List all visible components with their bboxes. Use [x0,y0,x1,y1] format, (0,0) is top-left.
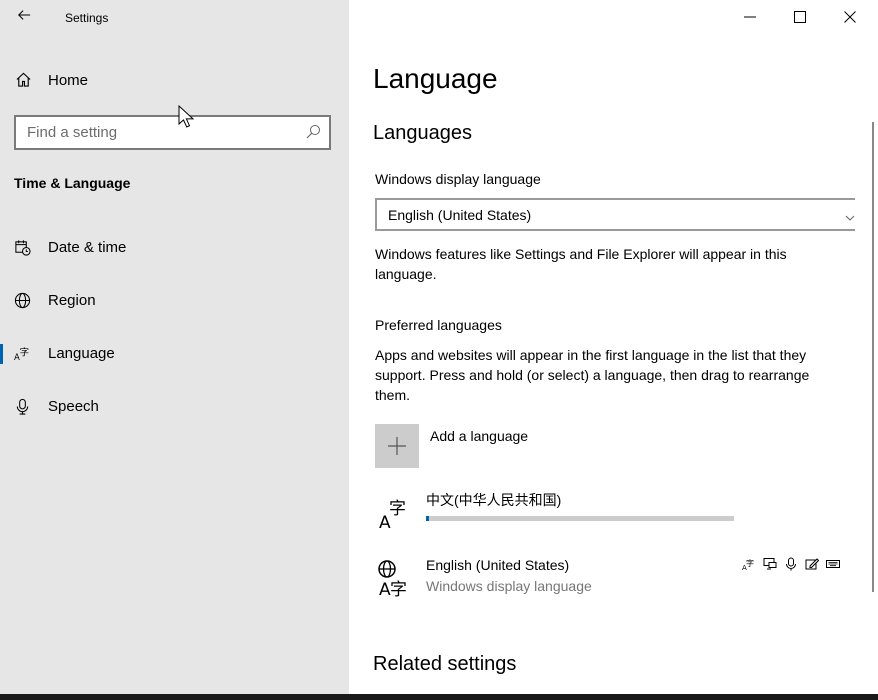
language-feature-icons: A字 [742,557,840,572]
language-item-english[interactable]: A字 English (United States) Windows displ… [375,557,855,607]
display-language-description: Windows features like Settings and File … [375,246,787,282]
sidebar-item-label: Date & time [48,239,127,256]
svg-text:字: 字 [390,580,407,597]
app-title: Settings [65,11,109,25]
scrollbar[interactable] [872,122,874,592]
maximize-icon [794,11,806,23]
home-icon [15,71,33,89]
sidebar-item-speech[interactable]: Speech [0,387,349,427]
calendar-clock-icon [14,239,32,257]
globe-icon [14,292,32,310]
mouse-pointer-icon [178,105,195,128]
add-language-button[interactable]: Add a language [375,424,675,470]
minimize-button[interactable] [727,0,773,34]
chevron-down-icon [845,210,855,221]
svg-text:字: 字 [389,499,406,519]
display-language-label: Windows display language [375,171,541,187]
sidebar-item-home[interactable]: Home [0,62,349,98]
languages-heading: Languages [373,122,472,144]
sidebar: Settings Home Find a setting Time & Lang… [0,0,349,694]
sidebar-item-label: Region [48,292,96,309]
content-pane: Language Languages Windows display langu… [349,34,878,694]
display-icon [763,557,777,571]
close-button[interactable] [827,0,873,34]
language-subtitle: Windows display language [426,578,592,594]
minimize-icon [744,16,756,18]
sidebar-item-language[interactable]: A字 Language [0,334,349,374]
sidebar-item-region[interactable]: Region [0,281,349,321]
dropdown-value: English (United States) [388,207,532,223]
handwriting-icon [805,557,820,571]
keyboard-icon [826,557,840,571]
sidebar-item-label: Language [48,345,115,362]
search-placeholder: Find a setting [27,124,118,141]
settings-window: Settings Home Find a setting Time & Lang… [0,0,878,694]
sidebar-section-heading: Time & Language [14,175,131,191]
download-progress-fill [426,516,430,521]
related-settings-heading: Related settings [373,653,517,675]
display-language-dropdown[interactable]: English (United States) [375,198,855,231]
language-name: English (United States) [426,557,570,573]
back-arrow-icon[interactable] [14,7,34,29]
svg-text:字: 字 [746,558,754,568]
close-icon [844,11,856,23]
language-name: 中文(中华人民共和国) [426,492,562,508]
language-glyph-icon: A字 [375,490,415,533]
sidebar-item-label: Home [48,72,89,89]
preferred-languages-label: Preferred languages [375,317,502,333]
sidebar-item-label: Speech [48,398,99,415]
plus-icon [375,424,419,468]
language-pack-icon: A字 [742,557,756,572]
page-title: Language [373,63,498,94]
speech-icon [784,557,798,571]
preferred-languages-description: Apps and websites will appear in the fir… [375,347,810,403]
language-globe-glyph-icon: A字 [375,557,415,600]
add-language-label: Add a language [430,428,529,444]
svg-text:字: 字 [20,346,29,358]
language-icon: A字 [14,345,32,363]
sidebar-item-date-time[interactable]: Date & time [0,228,349,268]
language-item-chinese[interactable]: A字 中文(中华人民共和国) [375,490,855,540]
search-input[interactable]: Find a setting [14,115,331,150]
microphone-icon [14,398,32,416]
search-icon[interactable] [305,124,321,140]
download-progress-bar [426,516,734,521]
maximize-button[interactable] [777,0,823,34]
